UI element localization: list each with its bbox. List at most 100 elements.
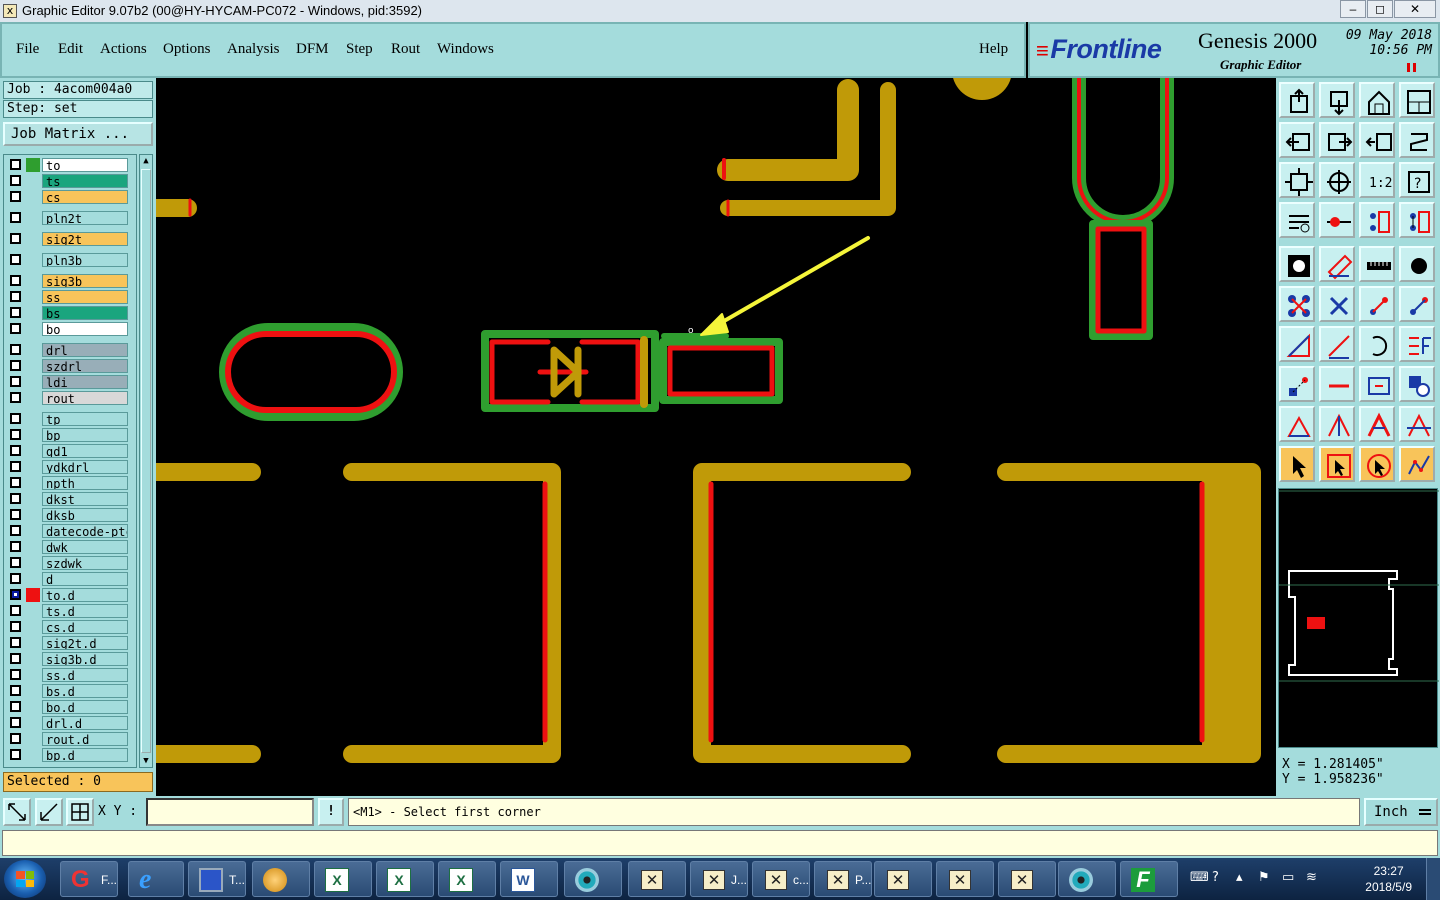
layer-checkbox[interactable] bbox=[10, 621, 21, 632]
layer-row[interactable]: bs.d bbox=[8, 684, 128, 698]
layer-checkbox[interactable] bbox=[10, 509, 21, 520]
layer-color-swatch[interactable] bbox=[26, 412, 40, 426]
menu-file[interactable]: File bbox=[16, 41, 39, 58]
triangle-c-icon[interactable] bbox=[1359, 406, 1395, 442]
layer-row[interactable]: ldi bbox=[8, 375, 128, 389]
scroll-up-icon[interactable]: ▲ bbox=[140, 155, 152, 167]
taskbar-item[interactable] bbox=[252, 861, 310, 897]
layer-row[interactable]: ydkdrl bbox=[8, 460, 128, 474]
taskbar-item[interactable] bbox=[564, 861, 622, 897]
layer-color-swatch[interactable] bbox=[26, 732, 40, 746]
layer-name[interactable]: gd1 bbox=[42, 444, 128, 458]
layer-settings-icon[interactable] bbox=[1279, 202, 1315, 238]
layer-color-swatch[interactable] bbox=[26, 444, 40, 458]
measure-line-icon[interactable] bbox=[1319, 202, 1355, 238]
job-matrix-button[interactable]: Job Matrix ... bbox=[3, 122, 153, 146]
menu-step[interactable]: Step bbox=[346, 41, 373, 58]
ruler-icon[interactable] bbox=[1359, 246, 1395, 282]
layer-color-swatch[interactable] bbox=[26, 684, 40, 698]
zoom-down-icon[interactable] bbox=[1319, 82, 1355, 118]
clock[interactable]: 23:27 2018/5/9 bbox=[1365, 863, 1412, 895]
layer-checkbox[interactable] bbox=[10, 233, 21, 244]
arc-icon[interactable] bbox=[1359, 326, 1395, 362]
layer-color-swatch[interactable] bbox=[26, 524, 40, 538]
layer-color-swatch[interactable] bbox=[26, 748, 40, 762]
layer-name[interactable]: pln3b bbox=[42, 253, 128, 267]
layer-row[interactable]: sig3b bbox=[8, 274, 128, 288]
layer-checkbox[interactable] bbox=[10, 175, 21, 186]
graphic-canvas[interactable]: o bbox=[156, 78, 1276, 796]
scroll-thumb[interactable] bbox=[141, 169, 151, 753]
layer-color-swatch[interactable] bbox=[26, 620, 40, 634]
layer-checkbox[interactable] bbox=[10, 413, 21, 424]
layer-checkbox[interactable] bbox=[10, 685, 21, 696]
menu-actions[interactable]: Actions bbox=[100, 41, 147, 58]
layer-name[interactable]: tp bbox=[42, 412, 128, 426]
layer-color-swatch[interactable] bbox=[26, 716, 40, 730]
layer-checkbox[interactable] bbox=[10, 191, 21, 202]
layer-row[interactable]: bp.d bbox=[8, 748, 128, 762]
pan-right-icon[interactable] bbox=[1319, 122, 1355, 158]
layer-color-swatch[interactable] bbox=[26, 158, 40, 172]
close-button[interactable]: ✕ bbox=[1394, 0, 1436, 18]
minus-icon[interactable] bbox=[1319, 366, 1355, 402]
taskbar-item[interactable]: ✕ bbox=[998, 861, 1056, 897]
layer-name[interactable]: dkst bbox=[42, 492, 128, 506]
layer-row[interactable]: dksb bbox=[8, 508, 128, 522]
layer-checkbox[interactable] bbox=[10, 392, 21, 403]
layer-checkbox[interactable] bbox=[10, 701, 21, 712]
connect-red-icon[interactable] bbox=[1399, 286, 1435, 322]
home-view-icon[interactable] bbox=[1359, 82, 1395, 118]
menu-windows[interactable]: Windows bbox=[437, 41, 494, 58]
layer-color-swatch[interactable] bbox=[26, 492, 40, 506]
taskbar-item[interactable]: X bbox=[314, 861, 372, 897]
show-desktop-button[interactable] bbox=[1426, 858, 1440, 900]
layer-row[interactable]: d bbox=[8, 572, 128, 586]
layer-name[interactable]: rout.d bbox=[42, 732, 128, 746]
taskbar-item[interactable]: ✕ bbox=[936, 861, 994, 897]
layer-row[interactable]: drl.d bbox=[8, 716, 128, 730]
layer-color-swatch[interactable] bbox=[26, 253, 40, 267]
menu-options[interactable]: Options bbox=[163, 41, 211, 58]
net-clear-icon[interactable] bbox=[1399, 202, 1435, 238]
layer-color-swatch[interactable] bbox=[26, 476, 40, 490]
layer-row[interactable]: to.d bbox=[8, 588, 128, 602]
layer-color-swatch[interactable] bbox=[26, 588, 40, 602]
layer-row[interactable]: sig2t.d bbox=[8, 636, 128, 650]
layer-name[interactable]: bp.d bbox=[42, 748, 128, 762]
zoom-in-icon[interactable] bbox=[1319, 162, 1355, 198]
layer-name[interactable]: bo.d bbox=[42, 700, 128, 714]
network-icon[interactable]: ▭ bbox=[1282, 870, 1294, 885]
tray-app-icon[interactable]: ≋ bbox=[1306, 870, 1317, 885]
layer-checkbox[interactable] bbox=[10, 360, 21, 371]
layer-row[interactable]: sig3b.d bbox=[8, 652, 128, 666]
features-icon[interactable] bbox=[1399, 326, 1435, 362]
move-icon[interactable] bbox=[1279, 366, 1315, 402]
taskbar-item[interactable] bbox=[1058, 861, 1116, 897]
overview-map[interactable] bbox=[1278, 488, 1439, 748]
layer-name[interactable]: datecode-ptc bbox=[42, 524, 128, 538]
taskbar-item[interactable]: e bbox=[128, 861, 184, 897]
help-icon[interactable]: ? bbox=[1212, 870, 1219, 885]
pause-icon[interactable] bbox=[1407, 63, 1416, 72]
layer-checkbox[interactable] bbox=[10, 307, 21, 318]
action-center-icon[interactable]: ⚑ bbox=[1258, 870, 1270, 885]
layer-color-swatch[interactable] bbox=[26, 343, 40, 357]
window-pan-icon[interactable] bbox=[1399, 82, 1435, 118]
start-button[interactable] bbox=[4, 860, 46, 898]
layer-color-swatch[interactable] bbox=[26, 556, 40, 570]
layer-row[interactable]: dkst bbox=[8, 492, 128, 506]
layer-name[interactable]: cs bbox=[42, 190, 128, 204]
layer-checkbox[interactable] bbox=[10, 275, 21, 286]
scroll-down-icon[interactable]: ▼ bbox=[140, 755, 152, 767]
layer-color-swatch[interactable] bbox=[26, 322, 40, 336]
layer-name[interactable]: cs.d bbox=[42, 620, 128, 634]
taskbar-item[interactable]: ✕ c... bbox=[752, 861, 810, 897]
layer-row[interactable]: cs.d bbox=[8, 620, 128, 634]
menu-analysis[interactable]: Analysis bbox=[227, 41, 280, 58]
layer-row[interactable]: to bbox=[8, 158, 128, 172]
layer-name[interactable]: ts.d bbox=[42, 604, 128, 618]
layer-color-swatch[interactable] bbox=[26, 540, 40, 554]
layer-row[interactable]: ts bbox=[8, 174, 128, 188]
layer-checkbox[interactable] bbox=[10, 733, 21, 744]
